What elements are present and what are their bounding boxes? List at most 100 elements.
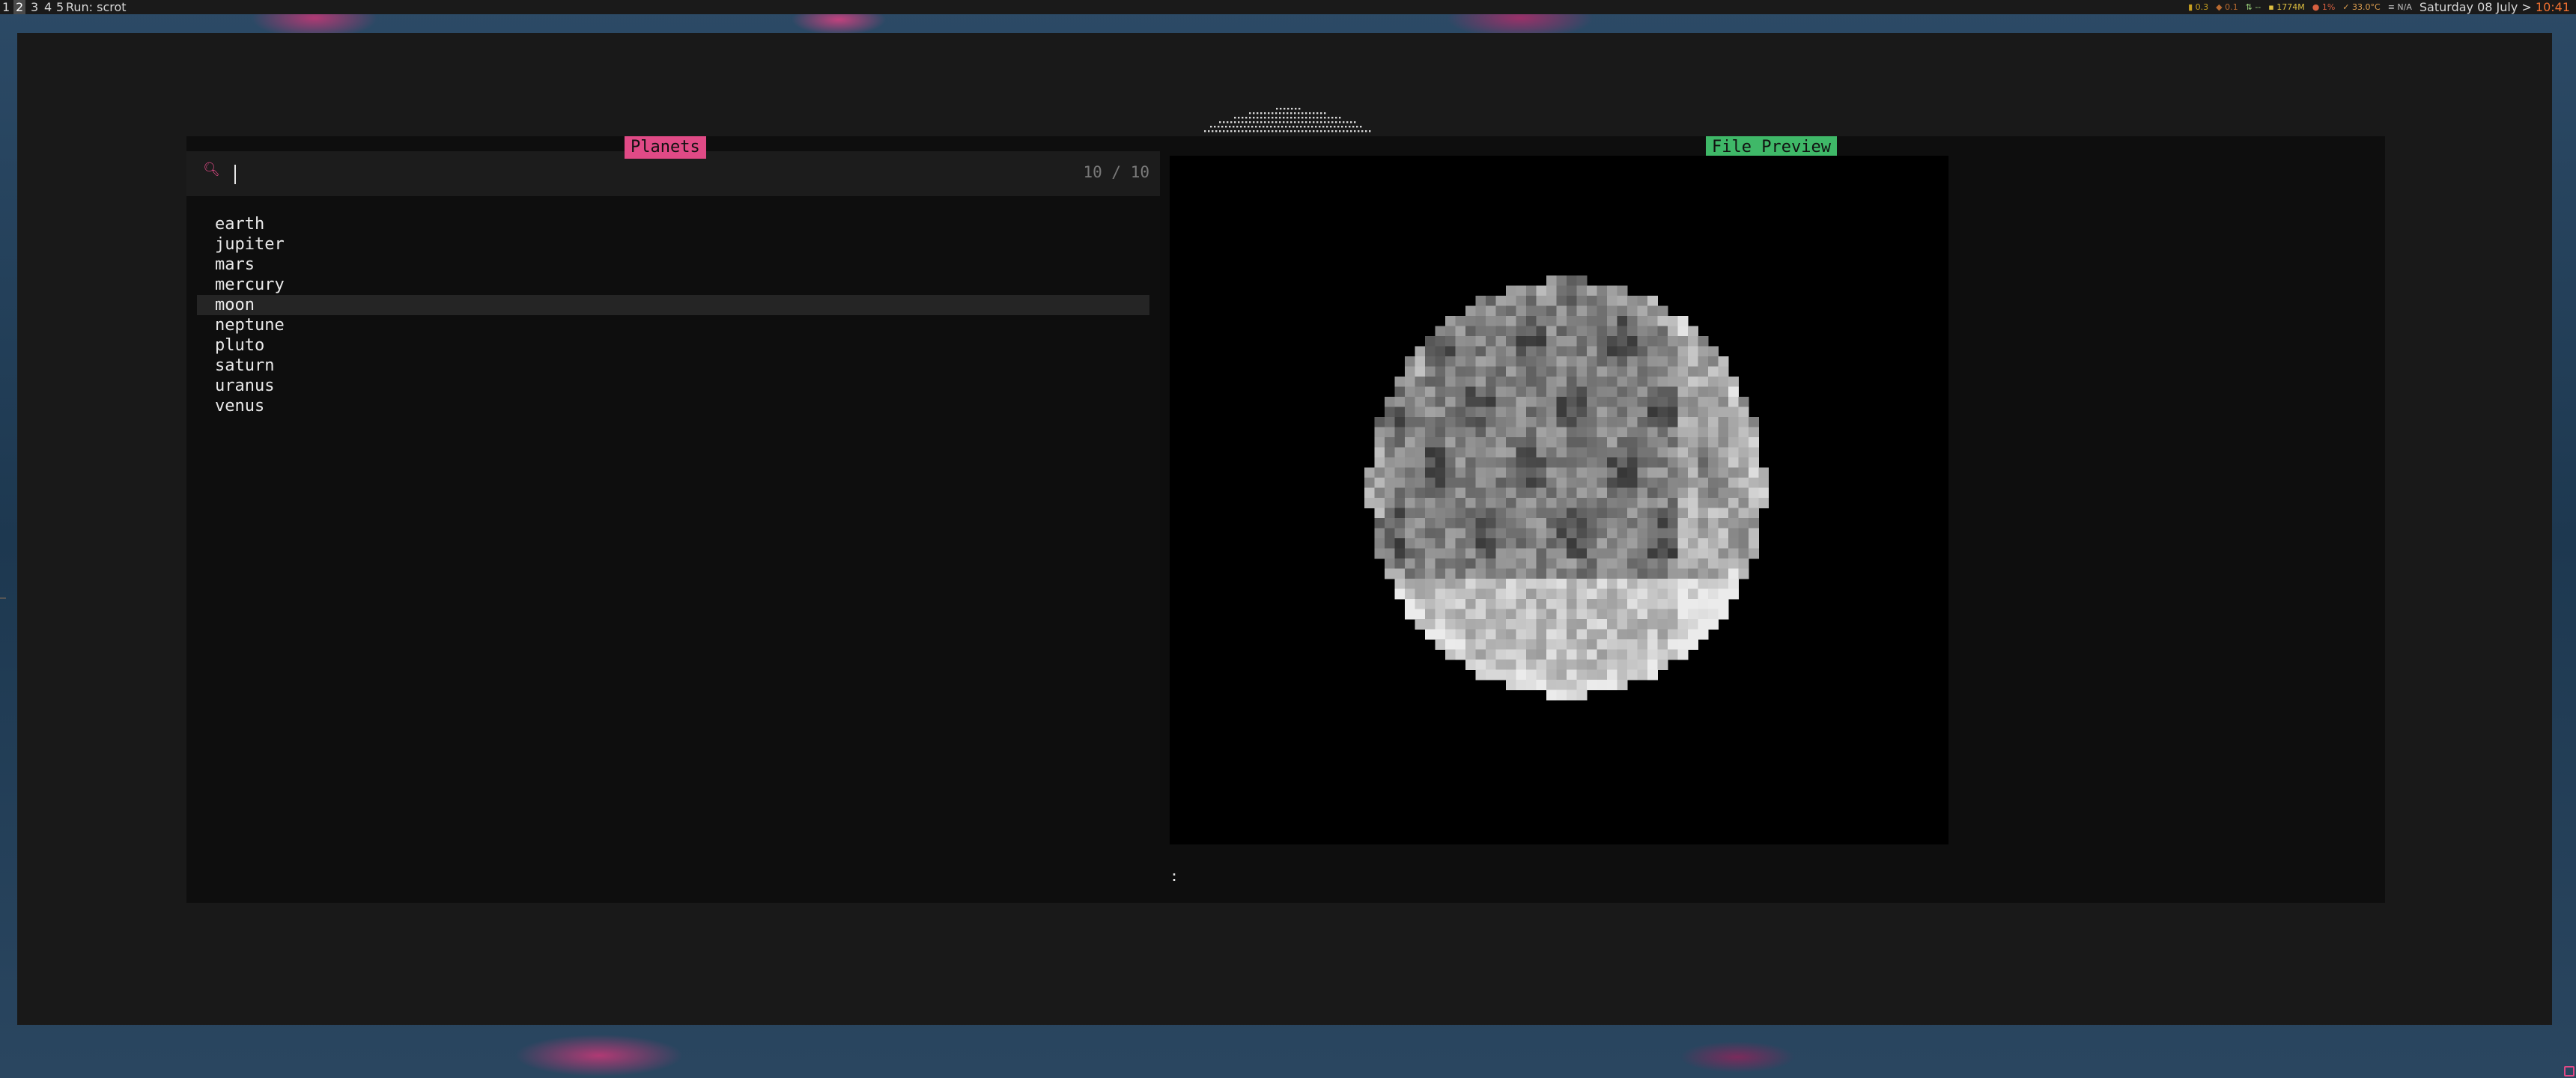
moon-pixel [1495,649,1507,660]
moon-pixel [1425,599,1436,609]
moon-pixel [1425,538,1436,549]
moon-pixel [1445,528,1456,539]
moon-pixel [1465,487,1476,499]
moon-pixel [1688,518,1698,529]
moon-pixel [1657,508,1668,519]
ascii-dot [1257,130,1259,133]
moon-pixel [1567,649,1577,660]
moon-pixel [1546,609,1557,620]
moon-pixel [1627,386,1638,398]
moon-pixel [1415,619,1426,630]
workspace-2[interactable]: 2 [13,0,26,14]
moon-pixel [1445,346,1456,357]
list-item-mars[interactable]: mars [197,255,1149,275]
list-item-mercury[interactable]: mercury [197,275,1149,295]
moon-pixel [1607,629,1617,640]
moon-pixel [1445,447,1456,458]
workspace-4[interactable]: 4 [42,0,54,14]
moon-pixel [1587,558,1597,569]
moon-pixel [1556,467,1567,478]
moon-pixel [1546,649,1557,660]
ascii-dot [1264,130,1266,133]
moon-pixel [1708,528,1719,539]
moon-pixel [1526,487,1537,499]
moon-pixel [1587,305,1597,317]
moon-pixel [1475,427,1486,438]
moon-pixel [1465,609,1476,620]
moon-pixel [1657,528,1668,539]
moon-pixel [1546,538,1557,549]
moon-pixel [1486,406,1496,418]
moon-pixel [1486,609,1496,620]
moon-pixel [1445,478,1456,488]
moon-pixel [1607,427,1617,438]
moon-pixel [1506,285,1516,296]
moon-pixel [1587,386,1597,398]
moon-pixel [1576,316,1588,326]
moon-pixel [1627,588,1638,600]
moon-pixel [1698,508,1709,519]
moon-pixel [1486,336,1496,347]
moon-pixel [1445,386,1456,398]
moon-pixel [1627,649,1638,660]
app-indicator-icon[interactable] [2564,1066,2575,1077]
moon-pixel [1516,498,1527,508]
moon-pixel [1708,599,1719,609]
moon-pixel [1536,660,1547,670]
moon-pixel [1617,417,1628,427]
list-item-uranus[interactable]: uranus [197,376,1149,396]
moon-pixel [1506,386,1516,398]
moon-pixel [1728,568,1739,579]
moon-pixel [1576,326,1588,337]
moon-pixel [1637,346,1648,357]
search-input[interactable] [236,162,985,186]
moon-pixel [1506,669,1516,680]
moon-pixel [1536,599,1547,609]
ascii-dot [1257,112,1259,115]
ascii-dot [1350,130,1352,133]
moon-pixel [1486,296,1496,306]
workspace-3[interactable]: 3 [28,0,40,14]
list-item-venus[interactable]: venus [197,396,1149,416]
moon-pixel [1567,629,1577,640]
ascii-dot [1309,130,1311,133]
moon-pixel [1576,568,1588,579]
moon-pixel [1486,669,1496,680]
workspace-1[interactable]: 1 [0,0,12,14]
moon-pixel [1567,437,1577,448]
moon-pixel [1698,609,1709,620]
moon-pixel [1556,336,1567,347]
moon-pixel [1495,447,1507,458]
list-item-jupiter[interactable]: jupiter [197,234,1149,255]
list-item-pluto[interactable]: pluto [197,335,1149,356]
ascii-dot [1296,126,1298,128]
moon-pixel [1506,487,1516,499]
moon-pixel [1647,619,1658,630]
moon-pixel [1718,366,1729,377]
moon-pixel [1677,498,1689,508]
moon-pixel [1627,397,1638,407]
ascii-dot [1298,130,1300,133]
moon-pixel [1617,386,1628,398]
moon-pixel [1587,538,1597,549]
moon-pixel [1425,518,1436,529]
workspace-5[interactable]: 5 [54,0,66,14]
preview-image [1170,156,1948,844]
moon-pixel [1445,336,1456,347]
moon-pixel [1627,406,1638,418]
list-item-earth[interactable]: earth [197,214,1149,234]
moon-pixel [1677,548,1689,559]
moon-pixel [1415,599,1426,609]
list-item-saturn[interactable]: saturn [197,356,1149,376]
ascii-dot [1253,112,1255,115]
moon-pixel [1758,487,1769,499]
moon-pixel [1394,568,1406,579]
list-item-neptune[interactable]: neptune [197,315,1149,335]
moon-pixel [1556,629,1567,640]
list-item-moon[interactable]: moon [197,295,1149,315]
moon-pixel [1698,457,1709,468]
moon-pixel [1455,649,1466,660]
moon-pixel [1415,356,1426,367]
moon-pixel [1607,316,1617,326]
moon-pixel [1394,457,1406,468]
